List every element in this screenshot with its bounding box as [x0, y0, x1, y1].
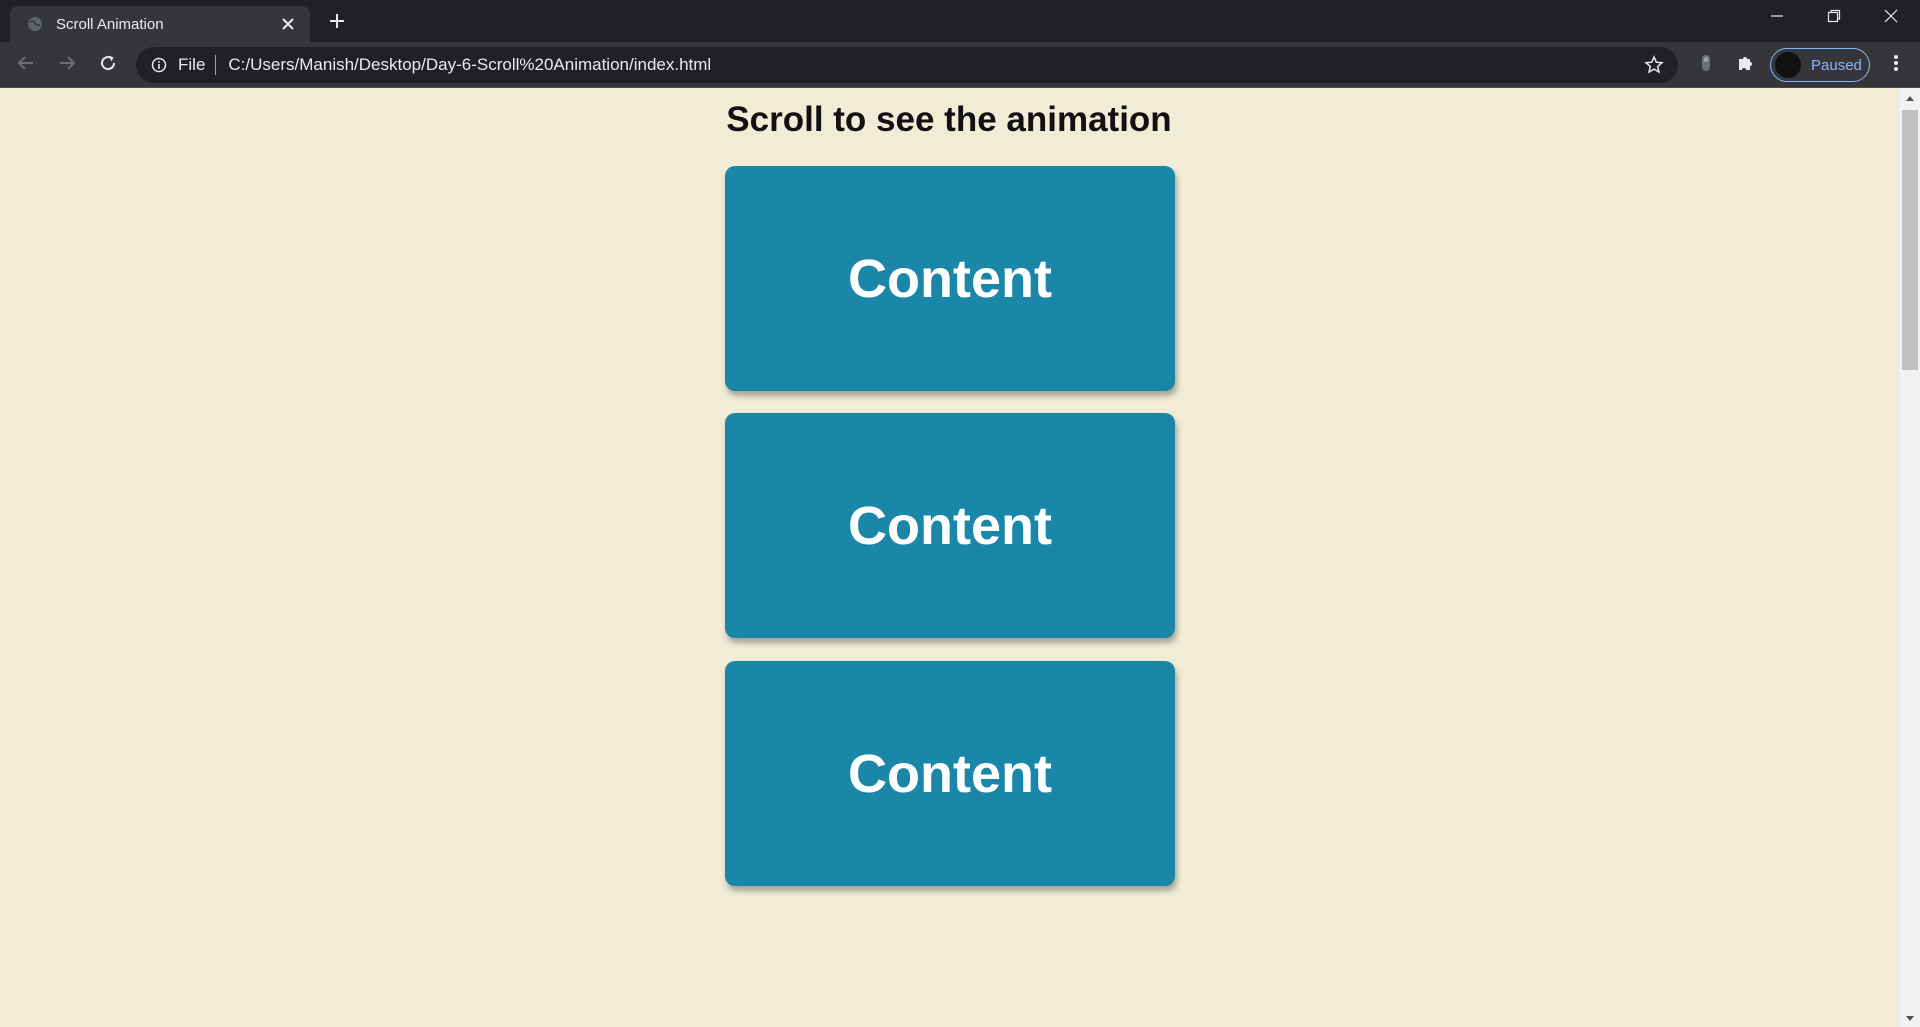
info-icon[interactable]: [150, 56, 168, 74]
content-box: Content: [725, 661, 1175, 886]
extension-button[interactable]: [1690, 49, 1722, 81]
reload-icon: [99, 54, 117, 77]
close-window-button[interactable]: [1862, 0, 1919, 36]
back-button[interactable]: [10, 49, 42, 81]
url-text[interactable]: C:/Users/Manish/Desktop/Day-6-Scroll%20A…: [228, 55, 1642, 75]
scroll-down-arrow-icon[interactable]: [1899, 1013, 1920, 1025]
puzzle-icon: [1736, 53, 1756, 78]
content-box: Content: [725, 166, 1175, 391]
plus-icon: [329, 13, 345, 34]
new-tab-button[interactable]: [322, 8, 352, 38]
minimize-icon: [1770, 9, 1784, 28]
address-bar[interactable]: File C:/Users/Manish/Desktop/Day-6-Scrol…: [136, 47, 1678, 83]
scrollbar-thumb[interactable]: [1902, 110, 1918, 370]
content-box-label: Content: [848, 495, 1052, 556]
content-box-label: Content: [848, 743, 1052, 804]
tab-title: Scroll Animation: [56, 15, 164, 33]
arrow-right-icon: [58, 54, 76, 77]
minimize-button[interactable]: [1748, 0, 1805, 36]
content-box: Content: [725, 413, 1175, 638]
scheme-label: File: [178, 55, 206, 74]
page-viewport: Scroll to see the animation Content Cont…: [0, 88, 1898, 1027]
browser-window: Scroll Animation File C:/Users/Manish/De…: [0, 0, 1920, 1027]
close-icon: [1884, 9, 1898, 28]
restore-icon: [1827, 9, 1841, 28]
globe-icon: [26, 15, 44, 33]
tab-scroll-animation[interactable]: Scroll Animation: [10, 6, 310, 42]
scroll-up-arrow-icon[interactable]: [1899, 92, 1920, 104]
reload-button[interactable]: [92, 49, 124, 81]
more-vert-icon: [1893, 53, 1899, 78]
extension-icon: [1699, 53, 1713, 78]
close-icon[interactable]: [278, 14, 298, 34]
star-icon[interactable]: [1642, 53, 1666, 77]
profile-status: Paused: [1811, 56, 1862, 74]
extensions-menu-button[interactable]: [1730, 49, 1762, 81]
avatar: [1775, 52, 1801, 78]
content-box-label: Content: [848, 248, 1052, 309]
tab-strip: Scroll Animation: [0, 0, 1920, 42]
browser-toolbar: File C:/Users/Manish/Desktop/Day-6-Scrol…: [0, 42, 1920, 88]
page-title: Scroll to see the animation: [726, 100, 1172, 139]
arrow-left-icon: [17, 54, 35, 77]
divider: [215, 55, 217, 75]
restore-button[interactable]: [1805, 0, 1862, 36]
profile-button[interactable]: Paused: [1770, 48, 1870, 82]
browser-menu-button[interactable]: [1880, 49, 1912, 81]
vertical-scrollbar[interactable]: [1898, 88, 1920, 1027]
forward-button[interactable]: [51, 49, 83, 81]
